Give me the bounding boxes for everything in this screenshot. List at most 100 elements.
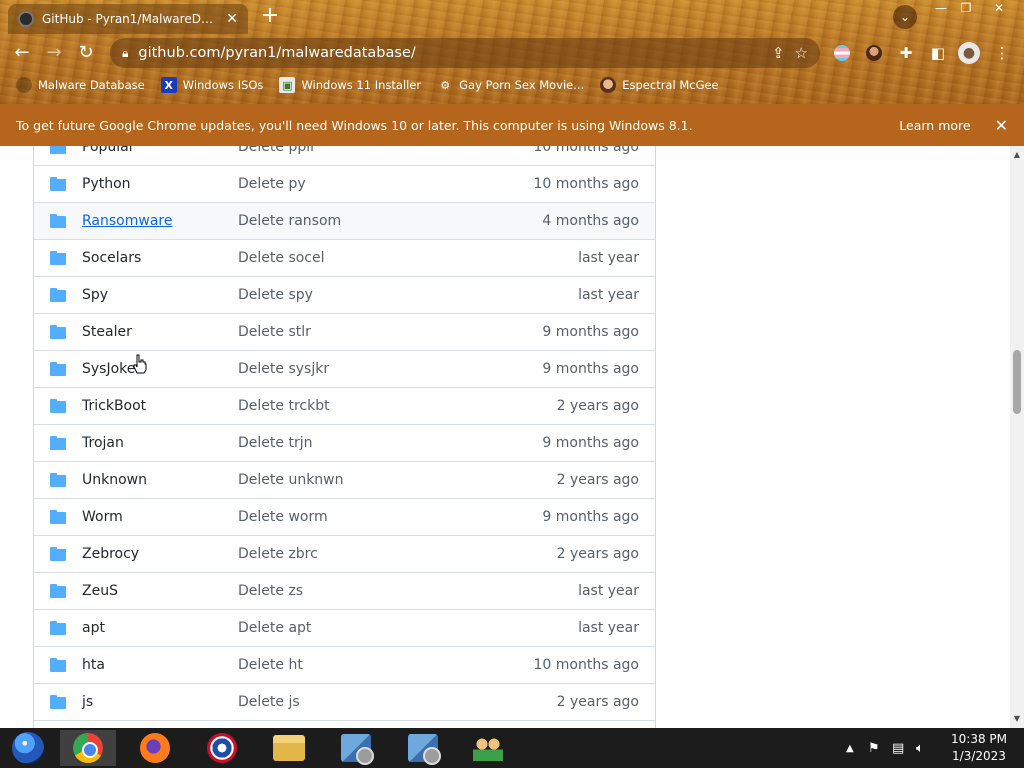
commit-message-link[interactable]: Delete unknwn: [238, 472, 557, 488]
scrollbar-thumb[interactable]: [1013, 350, 1021, 414]
system-clock[interactable]: 10:38 PM 1/3/2023: [944, 731, 1014, 765]
file-row[interactable]: SysJoker Delete sysjkr 9 months ago: [34, 350, 655, 387]
url-text[interactable]: github.com/pyran1/malwaredatabase/: [138, 45, 762, 61]
commit-message-link[interactable]: Delete apt: [238, 620, 578, 636]
file-row[interactable]: Python Delete py 10 months ago: [34, 165, 655, 202]
taskbar-obama-app[interactable]: [194, 730, 250, 766]
commit-message-link[interactable]: Delete js: [238, 694, 557, 710]
taskbar-chrome[interactable]: [60, 730, 116, 766]
file-row[interactable]: ZeuS Delete zs last year: [34, 572, 655, 609]
folder-icon: [50, 146, 66, 154]
taskbar-users-app[interactable]: [460, 730, 516, 766]
vertical-scrollbar[interactable]: ▲ ▼: [1010, 146, 1024, 728]
file-row[interactable]: Worm Delete worm 9 months ago: [34, 498, 655, 535]
commit-message-link[interactable]: Delete zs: [238, 583, 578, 599]
tab-close-icon[interactable]: ✕: [226, 11, 238, 27]
commit-message-link[interactable]: Delete ht: [238, 657, 534, 673]
commit-message-link[interactable]: Delete socel: [238, 250, 578, 266]
minimize-button[interactable]: —: [928, 0, 954, 18]
file-name-link[interactable]: Worm: [82, 509, 238, 525]
bookmark-malware-database[interactable]: Malware Database: [16, 77, 145, 93]
commit-message-link[interactable]: Delete zbrc: [238, 546, 557, 562]
file-row[interactable]: Trojan Delete trjn 9 months ago: [34, 424, 655, 461]
file-name-link[interactable]: js: [82, 694, 238, 710]
file-name-link[interactable]: Unknown: [82, 472, 238, 488]
commit-message-link[interactable]: Delete pplr: [238, 146, 534, 155]
file-row[interactable]: js Delete js 2 years ago: [34, 683, 655, 720]
bookmark-star-icon[interactable]: ☆: [795, 44, 808, 62]
commit-message-link[interactable]: Delete trckbt: [238, 398, 557, 414]
menu-button[interactable]: ⋮: [990, 41, 1014, 65]
action-center-flag-icon[interactable]: ⚑: [868, 728, 880, 768]
commit-message-link[interactable]: Delete ransom: [238, 213, 542, 229]
file-name-link[interactable]: Trojan: [82, 435, 238, 451]
commit-age: 10 months ago: [533, 176, 639, 192]
file-name-link[interactable]: ZeuS: [82, 583, 238, 599]
file-name-link[interactable]: SysJoker: [82, 361, 238, 377]
bookmark-espectral-mcgee[interactable]: Espectral McGee: [600, 77, 719, 93]
file-row[interactable]: TrickBoot Delete trckbt 2 years ago: [34, 387, 655, 424]
file-name-link[interactable]: Spy: [82, 287, 238, 303]
network-icon[interactable]: ▤: [892, 728, 904, 768]
file-row[interactable]: apt Delete apt last year: [34, 609, 655, 646]
commit-message-link[interactable]: Delete stlr: [238, 324, 542, 340]
commit-message-link[interactable]: Delete py: [238, 176, 534, 192]
new-tab-button[interactable]: +: [258, 5, 282, 29]
window-close-button[interactable]: ✕: [984, 0, 1014, 18]
start-button[interactable]: [0, 730, 56, 766]
share-icon[interactable]: ⇪: [772, 44, 785, 62]
file-name-link[interactable]: Python: [82, 176, 238, 192]
scroll-down-icon[interactable]: ▼: [1010, 712, 1024, 726]
extensions-button[interactable]: ✚: [894, 41, 918, 65]
commit-message-link[interactable]: Delete spy: [238, 287, 578, 303]
file-row[interactable]: Spy Delete spy last year: [34, 276, 655, 313]
profile-button[interactable]: ●: [957, 41, 981, 65]
scroll-up-icon[interactable]: ▲: [1010, 148, 1024, 162]
volume-icon[interactable]: 🔈︎: [916, 728, 924, 768]
bookmark-windows-11-installer[interactable]: ▣ Windows 11 Installer: [279, 77, 421, 93]
taskbar-network-tool[interactable]: [328, 730, 384, 766]
file-row[interactable]: Popular Delete pplr 10 months ago: [34, 146, 655, 165]
file-name-link[interactable]: Socelars: [82, 250, 238, 266]
taskbar-firefox[interactable]: [127, 730, 183, 766]
bookmark-movie[interactable]: ⚙ Gay Porn Sex Movie...: [437, 77, 584, 93]
clock-date: 1/3/2023: [952, 749, 1006, 763]
file-name-link[interactable]: Ransomware: [82, 213, 238, 229]
folder-icon: [273, 735, 305, 761]
file-row[interactable]: Unknown Delete unknwn 2 years ago: [34, 461, 655, 498]
bookmark-windows-isos[interactable]: X Windows ISOs: [160, 77, 263, 93]
reload-button[interactable]: ↻: [74, 41, 98, 65]
tray-overflow-icon[interactable]: ▲: [846, 728, 854, 768]
address-bar[interactable]: 🔒︎ github.com/pyran1/malwaredatabase/ ⇪ …: [110, 38, 820, 68]
browser-tab[interactable]: GitHub - Pyran1/MalwareDatabase ✕: [8, 4, 248, 34]
file-name-link[interactable]: Stealer: [82, 324, 238, 340]
file-name-link[interactable]: Zebrocy: [82, 546, 238, 562]
extension-flag-button[interactable]: [830, 41, 854, 65]
tab-search-button[interactable]: ⌄: [893, 5, 917, 29]
commit-age: 9 months ago: [542, 324, 639, 340]
taskbar-file-explorer[interactable]: [261, 730, 317, 766]
extension-avatar-button[interactable]: [862, 41, 886, 65]
file-name-link[interactable]: TrickBoot: [82, 398, 238, 414]
lock-icon[interactable]: 🔒︎: [122, 46, 128, 61]
commit-message-link[interactable]: Delete sysjkr: [238, 361, 542, 377]
file-row[interactable]: hta Delete ht 10 months ago: [34, 646, 655, 683]
side-panel-button[interactable]: ◧: [926, 41, 950, 65]
file-name-link[interactable]: Popular: [82, 146, 238, 155]
file-row[interactable]: Socelars Delete socel last year: [34, 239, 655, 276]
taskbar-network-tool-2[interactable]: [395, 730, 451, 766]
file-name-link[interactable]: hta: [82, 657, 238, 673]
file-row[interactable]: Zebrocy Delete zbrc 2 years ago: [34, 535, 655, 572]
infobar-close-icon[interactable]: ✕: [995, 116, 1008, 135]
commit-message-link[interactable]: Delete trjn: [238, 435, 542, 451]
forward-button[interactable]: →: [42, 41, 66, 65]
file-name-link[interactable]: apt: [82, 620, 238, 636]
back-button[interactable]: ←: [10, 41, 34, 65]
learn-more-link[interactable]: Learn more: [899, 118, 970, 133]
commit-message-link[interactable]: Delete worm: [238, 509, 542, 525]
file-row[interactable]: Stealer Delete stlr 9 months ago: [34, 313, 655, 350]
file-row[interactable]: Ransomware Delete ransom 4 months ago: [34, 202, 655, 239]
file-row[interactable]: [34, 720, 655, 728]
network-computer-icon: [408, 734, 441, 765]
restore-button[interactable]: ❐: [953, 0, 979, 18]
